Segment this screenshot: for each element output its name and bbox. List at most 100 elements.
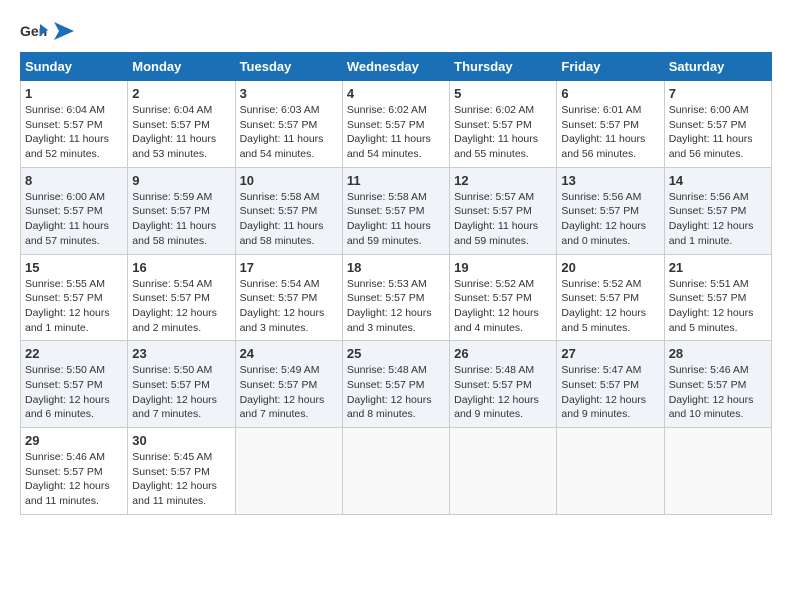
calendar-day-cell: 11 Sunrise: 5:58 AMSunset: 5:57 PMDayligh… <box>342 167 449 254</box>
calendar-day-cell: 28 Sunrise: 5:46 AMSunset: 5:57 PMDayligh… <box>664 341 771 428</box>
calendar-week-row: 1 Sunrise: 6:04 AMSunset: 5:57 PMDaylight… <box>21 81 772 168</box>
day-info: Sunrise: 5:46 AMSunset: 5:57 PMDaylight:… <box>669 363 767 422</box>
day-info: Sunrise: 5:56 AMSunset: 5:57 PMDaylight:… <box>669 190 767 249</box>
logo: General <box>20 20 74 42</box>
weekday-header-thursday: Thursday <box>450 53 557 81</box>
calendar-day-cell: 21 Sunrise: 5:51 AMSunset: 5:57 PMDayligh… <box>664 254 771 341</box>
calendar-day-cell: 20 Sunrise: 5:52 AMSunset: 5:57 PMDayligh… <box>557 254 664 341</box>
day-info: Sunrise: 5:56 AMSunset: 5:57 PMDaylight:… <box>561 190 659 249</box>
weekday-header-friday: Friday <box>557 53 664 81</box>
calendar-day-cell: 6 Sunrise: 6:01 AMSunset: 5:57 PMDaylight… <box>557 81 664 168</box>
day-number: 16 <box>132 260 230 275</box>
weekday-header-wednesday: Wednesday <box>342 53 449 81</box>
day-info: Sunrise: 5:52 AMSunset: 5:57 PMDaylight:… <box>561 277 659 336</box>
day-number: 3 <box>240 86 338 101</box>
day-number: 21 <box>669 260 767 275</box>
day-number: 2 <box>132 86 230 101</box>
day-info: Sunrise: 5:53 AMSunset: 5:57 PMDaylight:… <box>347 277 445 336</box>
day-info: Sunrise: 6:04 AMSunset: 5:57 PMDaylight:… <box>132 103 230 162</box>
calendar-day-cell: 14 Sunrise: 5:56 AMSunset: 5:57 PMDayligh… <box>664 167 771 254</box>
day-number: 4 <box>347 86 445 101</box>
day-number: 12 <box>454 173 552 188</box>
calendar-day-cell: 7 Sunrise: 6:00 AMSunset: 5:57 PMDaylight… <box>664 81 771 168</box>
calendar-day-cell: 8 Sunrise: 6:00 AMSunset: 5:57 PMDaylight… <box>21 167 128 254</box>
calendar-day-cell: 16 Sunrise: 5:54 AMSunset: 5:57 PMDayligh… <box>128 254 235 341</box>
day-number: 24 <box>240 346 338 361</box>
day-info: Sunrise: 5:51 AMSunset: 5:57 PMDaylight:… <box>669 277 767 336</box>
calendar-week-row: 22 Sunrise: 5:50 AMSunset: 5:57 PMDayligh… <box>21 341 772 428</box>
day-info: Sunrise: 5:55 AMSunset: 5:57 PMDaylight:… <box>25 277 123 336</box>
calendar-day-cell: 12 Sunrise: 5:57 AMSunset: 5:57 PMDayligh… <box>450 167 557 254</box>
day-info: Sunrise: 5:45 AMSunset: 5:57 PMDaylight:… <box>132 450 230 509</box>
calendar-day-cell <box>664 428 771 515</box>
calendar-day-cell: 30 Sunrise: 5:45 AMSunset: 5:57 PMDayligh… <box>128 428 235 515</box>
day-number: 13 <box>561 173 659 188</box>
day-info: Sunrise: 5:46 AMSunset: 5:57 PMDaylight:… <box>25 450 123 509</box>
calendar-day-cell <box>450 428 557 515</box>
calendar-day-cell: 1 Sunrise: 6:04 AMSunset: 5:57 PMDaylight… <box>21 81 128 168</box>
day-info: Sunrise: 5:58 AMSunset: 5:57 PMDaylight:… <box>240 190 338 249</box>
day-number: 15 <box>25 260 123 275</box>
calendar-day-cell: 24 Sunrise: 5:49 AMSunset: 5:57 PMDayligh… <box>235 341 342 428</box>
day-info: Sunrise: 5:47 AMSunset: 5:57 PMDaylight:… <box>561 363 659 422</box>
day-number: 6 <box>561 86 659 101</box>
day-info: Sunrise: 5:48 AMSunset: 5:57 PMDaylight:… <box>454 363 552 422</box>
day-info: Sunrise: 5:54 AMSunset: 5:57 PMDaylight:… <box>240 277 338 336</box>
day-info: Sunrise: 6:00 AMSunset: 5:57 PMDaylight:… <box>25 190 123 249</box>
day-number: 5 <box>454 86 552 101</box>
calendar-day-cell: 9 Sunrise: 5:59 AMSunset: 5:57 PMDaylight… <box>128 167 235 254</box>
day-number: 14 <box>669 173 767 188</box>
day-number: 18 <box>347 260 445 275</box>
calendar-day-cell: 4 Sunrise: 6:02 AMSunset: 5:57 PMDaylight… <box>342 81 449 168</box>
day-info: Sunrise: 6:04 AMSunset: 5:57 PMDaylight:… <box>25 103 123 162</box>
day-number: 10 <box>240 173 338 188</box>
calendar-day-cell: 26 Sunrise: 5:48 AMSunset: 5:57 PMDayligh… <box>450 341 557 428</box>
day-info: Sunrise: 5:57 AMSunset: 5:57 PMDaylight:… <box>454 190 552 249</box>
day-number: 7 <box>669 86 767 101</box>
day-info: Sunrise: 5:59 AMSunset: 5:57 PMDaylight:… <box>132 190 230 249</box>
day-number: 20 <box>561 260 659 275</box>
day-info: Sunrise: 5:50 AMSunset: 5:57 PMDaylight:… <box>132 363 230 422</box>
calendar-body: 1 Sunrise: 6:04 AMSunset: 5:57 PMDaylight… <box>21 81 772 515</box>
day-number: 25 <box>347 346 445 361</box>
day-number: 8 <box>25 173 123 188</box>
day-info: Sunrise: 5:49 AMSunset: 5:57 PMDaylight:… <box>240 363 338 422</box>
day-number: 26 <box>454 346 552 361</box>
day-info: Sunrise: 5:54 AMSunset: 5:57 PMDaylight:… <box>132 277 230 336</box>
day-info: Sunrise: 6:03 AMSunset: 5:57 PMDaylight:… <box>240 103 338 162</box>
weekday-header-tuesday: Tuesday <box>235 53 342 81</box>
logo-arrow-icon <box>54 22 74 40</box>
calendar-day-cell: 17 Sunrise: 5:54 AMSunset: 5:57 PMDayligh… <box>235 254 342 341</box>
calendar-header-row: SundayMondayTuesdayWednesdayThursdayFrid… <box>21 53 772 81</box>
calendar-day-cell <box>342 428 449 515</box>
calendar-day-cell <box>557 428 664 515</box>
day-info: Sunrise: 6:00 AMSunset: 5:57 PMDaylight:… <box>669 103 767 162</box>
logo-icon: General <box>20 20 48 42</box>
page-header: General <box>20 20 772 42</box>
calendar-day-cell: 19Sunrise: 5:52 AMSunset: 5:57 PMDayligh… <box>450 254 557 341</box>
day-number: 27 <box>561 346 659 361</box>
calendar-day-cell: 2 Sunrise: 6:04 AMSunset: 5:57 PMDaylight… <box>128 81 235 168</box>
calendar-week-row: 8 Sunrise: 6:00 AMSunset: 5:57 PMDaylight… <box>21 167 772 254</box>
day-info: Sunrise: 5:58 AMSunset: 5:57 PMDaylight:… <box>347 190 445 249</box>
calendar-day-cell: 15 Sunrise: 5:55 AMSunset: 5:57 PMDayligh… <box>21 254 128 341</box>
calendar-day-cell: 22 Sunrise: 5:50 AMSunset: 5:57 PMDayligh… <box>21 341 128 428</box>
day-number: 19 <box>454 260 552 275</box>
day-info: Sunrise: 6:02 AMSunset: 5:57 PMDaylight:… <box>347 103 445 162</box>
day-info: Sunrise: 6:01 AMSunset: 5:57 PMDaylight:… <box>561 103 659 162</box>
day-info: Sunrise: 5:50 AMSunset: 5:57 PMDaylight:… <box>25 363 123 422</box>
calendar-day-cell: 29Sunrise: 5:46 AMSunset: 5:57 PMDayligh… <box>21 428 128 515</box>
day-number: 28 <box>669 346 767 361</box>
calendar-table: SundayMondayTuesdayWednesdayThursdayFrid… <box>20 52 772 515</box>
calendar-day-cell: 3 Sunrise: 6:03 AMSunset: 5:57 PMDaylight… <box>235 81 342 168</box>
day-number: 9 <box>132 173 230 188</box>
calendar-day-cell: 10 Sunrise: 5:58 AMSunset: 5:57 PMDayligh… <box>235 167 342 254</box>
calendar-day-cell: 23Sunrise: 5:50 AMSunset: 5:57 PMDayligh… <box>128 341 235 428</box>
calendar-day-cell: 5 Sunrise: 6:02 AMSunset: 5:57 PMDaylight… <box>450 81 557 168</box>
day-number: 30 <box>132 433 230 448</box>
day-number: 11 <box>347 173 445 188</box>
day-number: 22 <box>25 346 123 361</box>
day-info: Sunrise: 6:02 AMSunset: 5:57 PMDaylight:… <box>454 103 552 162</box>
day-number: 1 <box>25 86 123 101</box>
day-number: 17 <box>240 260 338 275</box>
